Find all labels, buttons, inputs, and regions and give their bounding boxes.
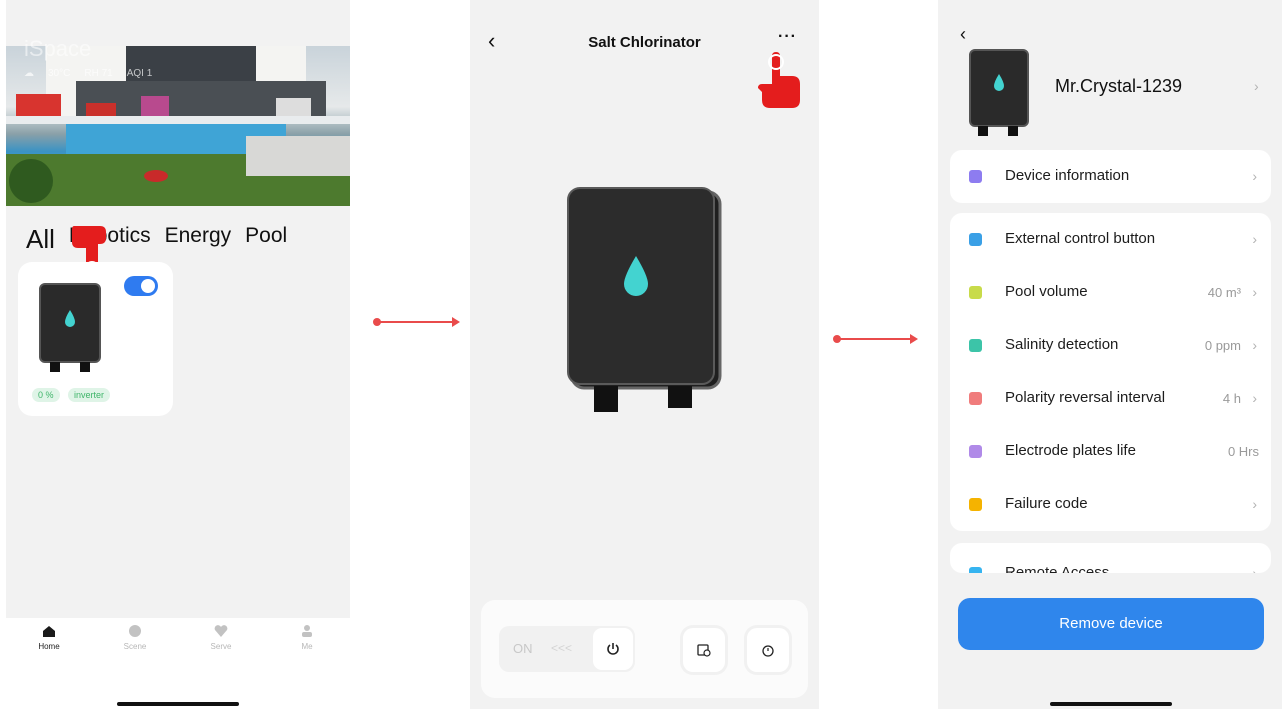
settings-row-value: 0 Hrs <box>1227 444 1259 459</box>
settings-row-value: 4 h <box>1222 391 1241 406</box>
flow-arrow-2 <box>833 334 918 344</box>
tab-all[interactable]: All <box>26 224 55 255</box>
nav-me[interactable]: Me <box>277 624 337 651</box>
settings-row-label: Polarity reversal interval <box>1005 389 1166 406</box>
remove-device-button[interactable]: Remove device <box>958 598 1264 650</box>
device-screen: ‹ Salt Chlorinator ··· ON <<< <box>470 0 819 709</box>
heart-icon <box>214 624 228 638</box>
settings-row-label: External control button <box>1005 230 1156 247</box>
flask-icon <box>969 339 982 352</box>
power-slider[interactable]: ON <<< <box>499 626 635 672</box>
power-icon <box>607 643 619 655</box>
more-menu-button[interactable]: ··· <box>778 28 797 46</box>
page-title: Salt Chlorinator <box>588 34 701 51</box>
settings-row[interactable]: Remote Access › <box>950 547 1271 573</box>
tap-hand-icon <box>758 52 800 108</box>
nav-label: Me <box>301 642 313 651</box>
slide-arrows: <<< <box>551 641 573 655</box>
nav-scene[interactable]: Scene <box>105 624 165 651</box>
back-button[interactable]: ‹ <box>960 24 966 45</box>
chevron-right-icon: › <box>1252 565 1257 573</box>
settings-row-label: Device information <box>1005 167 1130 184</box>
chevron-right-icon: › <box>1252 390 1257 406</box>
clock-icon <box>969 392 982 405</box>
power-knob[interactable] <box>593 628 633 670</box>
schedule-button[interactable] <box>683 628 725 672</box>
settings-row-label: Remote Access <box>1005 564 1110 573</box>
timer-button[interactable] <box>747 628 789 672</box>
aqi: AQI 1 <box>126 68 153 79</box>
settings-row-label: Pool volume <box>1005 283 1088 300</box>
device-card[interactable]: 0 % inverter <box>18 262 173 416</box>
scene-icon <box>128 624 142 638</box>
person-icon <box>300 624 314 638</box>
device-name[interactable]: Mr.Crystal-1239 <box>1055 76 1182 97</box>
settings-row-label: Failure code <box>1005 495 1088 512</box>
device-settings-screen: ‹ Mr.Crystal-1239 › Device information › … <box>938 0 1282 709</box>
nav-label: Scene <box>123 642 147 651</box>
volume-icon <box>969 286 982 299</box>
settings-row[interactable]: Polarity reversal interval 4 h › <box>950 372 1271 425</box>
chevron-right-icon: › <box>1252 168 1257 184</box>
settings-row[interactable]: Failure code › <box>950 478 1271 531</box>
nav-label: Home <box>38 642 60 651</box>
home-indicator <box>117 702 239 706</box>
status-chip-type: inverter <box>68 388 111 402</box>
tab-energy[interactable]: Energy <box>165 224 232 255</box>
settings-row-value: 40 m³ <box>1207 285 1241 300</box>
settings-group-info: Device information › <box>950 150 1271 203</box>
chevron-right-icon: › <box>1252 231 1257 247</box>
chevron-right-icon: › <box>1252 284 1257 300</box>
info-icon <box>969 170 982 183</box>
home-title: iSpace <box>24 36 92 61</box>
device-thumbnail <box>969 49 1029 136</box>
home-icon <box>42 624 56 638</box>
settings-row[interactable]: Device information › <box>950 150 1271 203</box>
control-bar: ON <<< <box>481 600 808 698</box>
category-tabs: All Robotics Energy Pool <box>26 224 287 255</box>
settings-row-value: 0 ppm <box>1204 338 1241 353</box>
settings-group-main: External control button › Pool volume 40 m³… <box>950 213 1271 531</box>
weather-cloud-icon: ☁ <box>24 68 34 79</box>
remote-icon <box>969 567 982 573</box>
alarm-icon <box>762 645 774 657</box>
home-screen: iSpace ☁ 30°C RH 71 AQI 1 All Robotics E… <box>6 0 350 709</box>
chevron-right-icon: › <box>1252 337 1257 353</box>
weather-strip: ☁ 30°C RH 71 AQI 1 <box>24 68 152 79</box>
house-banner-image: iSpace ☁ 30°C RH 71 AQI 1 <box>6 36 350 206</box>
settings-row-label: Salinity detection <box>1005 336 1119 353</box>
home-indicator <box>1050 702 1172 706</box>
nav-home[interactable]: Home <box>19 624 79 651</box>
settings-row-label: Electrode plates life <box>1005 442 1136 459</box>
nav-label: Serve <box>210 642 232 651</box>
flow-arrow-1 <box>373 317 460 327</box>
chevron-right-icon[interactable]: › <box>1254 78 1259 94</box>
settings-row[interactable]: Electrode plates life 0 Hrs <box>950 425 1271 478</box>
temperature: 30°C <box>48 68 71 79</box>
chlorinator-image <box>567 187 722 412</box>
control-icon <box>969 233 982 246</box>
device-power-toggle[interactable] <box>124 276 158 296</box>
settings-row[interactable]: External control button › <box>950 213 1271 266</box>
settings-row[interactable]: Pool volume 40 m³ › <box>950 266 1271 319</box>
chevron-right-icon: › <box>1252 496 1257 512</box>
warning-icon <box>969 498 982 511</box>
nav-serve[interactable]: Serve <box>191 624 251 651</box>
settings-group-remote: Remote Access › <box>950 543 1271 573</box>
status-chip-percent: 0 % <box>32 388 60 402</box>
settings-row[interactable]: Salinity detection 0 ppm › <box>950 319 1271 372</box>
diamond-icon <box>969 445 982 458</box>
tab-pool[interactable]: Pool <box>245 224 287 255</box>
humidity: RH 71 <box>84 68 113 79</box>
calendar-clock-icon <box>697 644 711 657</box>
chlorinator-thumbnail <box>39 283 101 372</box>
on-label: ON <box>513 641 533 656</box>
